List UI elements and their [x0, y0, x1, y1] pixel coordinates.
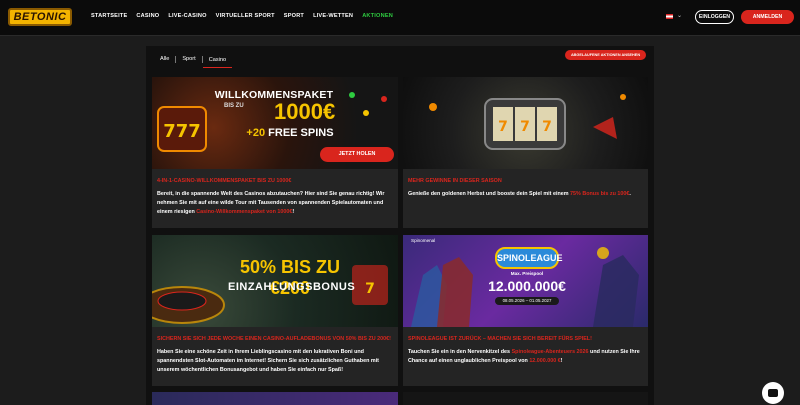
promo-description: Genieße den goldenen Herbst und booste d… — [408, 190, 642, 199]
desc-text: Haben Sie eine schöne Zeit in Ihrem Lieb… — [157, 349, 379, 373]
promotions-panel: Alle Sport Casino ABGELAUFENE AKTIONEN A… — [146, 46, 654, 405]
promo-card-spinoleague: Spinomenal SPINOLEAGUE Max. Preispool 12… — [403, 235, 648, 386]
promo-title[interactable]: 4-IN-1-CASINO-WILLKOMMENSPAKET BIS ZU 10… — [157, 178, 291, 184]
nav-item-sport[interactable]: SPORT — [284, 13, 304, 19]
slot-reels-icon: 7 7 7 — [429, 94, 626, 150]
promo-description: Haben Sie eine schöne Zeit in Ihrem Lieb… — [157, 348, 392, 375]
language-flag-icon[interactable] — [666, 14, 673, 19]
nav-item-live-casino[interactable]: LIVE-CASINO — [168, 13, 206, 19]
promo-title[interactable]: MEHR GEWINNE IN DIESER SAISON — [408, 178, 502, 184]
nav-item-casino[interactable]: CASINO — [136, 13, 159, 19]
claim-button[interactable]: JETZT HOLEN — [320, 147, 394, 162]
tab-alle[interactable]: Alle — [154, 56, 175, 62]
tab-casino[interactable]: Casino — [202, 57, 233, 68]
promo-title[interactable]: SPINOLEAGUE IST ZURÜCK – MACHEN SIE SICH… — [408, 336, 592, 342]
banner-sub: EINZAHLUNGSBONUS — [228, 281, 356, 293]
promo-title[interactable]: SICHERN SIE SICH JEDE WOCHE EINEN CASINO… — [157, 336, 391, 342]
banner-spins: +20 FREE SPINS — [230, 127, 350, 139]
banner-dates: 08.05.2026 – 01.05.2027 — [495, 297, 559, 305]
promo-card-next — [152, 392, 398, 405]
filter-tabs: Alle Sport Casino — [154, 52, 233, 68]
promo-banner-reload[interactable]: 7 50% BIS ZU €200 EINZAHLUNGSBONUS — [152, 235, 398, 327]
chat-icon — [768, 389, 778, 397]
promo-description: Bereit, in die spannende Welt des Casino… — [157, 190, 392, 217]
promo-banner-welcome[interactable]: 777 WILLKOMMENSPAKET BIS ZU 1000€ +20 FR… — [152, 77, 398, 169]
chevron-down-icon[interactable]: ⌄ — [677, 12, 682, 19]
spins-label: FREE SPINS — [268, 127, 334, 139]
top-bar: BETONIC STARTSEITE CASINO LIVE-CASINO VI… — [0, 0, 800, 36]
desc-text: Genieße den goldenen Herbst und booste d… — [408, 191, 571, 197]
banner-amount: 12.000.000€ — [488, 278, 566, 294]
svg-text:7: 7 — [365, 281, 375, 297]
promo-banner-spinoleague[interactable]: Spinomenal SPINOLEAGUE Max. Preispool 12… — [403, 235, 648, 327]
desc-highlight: 12.000.000 € — [529, 358, 561, 364]
nav-item-startseite[interactable]: STARTSEITE — [91, 13, 127, 19]
expired-promotions-button[interactable]: ABGELAUFENE AKTIONEN ANSEHEN — [565, 50, 646, 60]
tab-sport[interactable]: Sport — [176, 56, 201, 62]
promo-card-next — [403, 392, 648, 405]
nav-item-aktionen[interactable]: AKTIONEN — [362, 13, 393, 19]
svg-text:777: 777 — [163, 121, 201, 142]
register-button[interactable]: ANMELDEN — [741, 10, 794, 24]
svg-text:7: 7 — [520, 119, 530, 135]
desc-text: ! — [560, 358, 563, 364]
desc-highlight[interactable]: Casino-Willkommenspaket von 1000€ — [196, 209, 292, 215]
brand-logo[interactable]: BETONIC — [8, 8, 72, 26]
chat-button[interactable] — [762, 382, 784, 404]
promo-card-autumn: 7 7 7 MEHR GEWINNE IN DIESER SAISON Geni… — [403, 77, 648, 228]
promo-card-welcome: 777 WILLKOMMENSPAKET BIS ZU 1000€ +20 FR… — [152, 77, 398, 228]
promo-description: Tauchen Sie ein in den Nervenkitzel des … — [408, 348, 642, 366]
spins-count: +20 — [246, 127, 266, 139]
spinoleague-logo: SPINOLEAGUE — [495, 247, 563, 269]
provider-brand: Spinomenal — [411, 238, 436, 243]
banner-sub: Max. Preispool — [510, 271, 544, 276]
nav-item-virtueller-sport[interactable]: VIRTUELLER SPORT — [216, 13, 275, 19]
desc-text: ! — [292, 209, 295, 215]
promo-card-reload: 7 50% BIS ZU €200 EINZAHLUNGSBONUS SICHE… — [152, 235, 398, 386]
main-nav: STARTSEITE CASINO LIVE-CASINO VIRTUELLER… — [91, 13, 393, 19]
promo-banner-autumn[interactable]: 7 7 7 — [403, 77, 648, 169]
desc-highlight[interactable]: Spinoleague-Abenteuers 2026 — [512, 349, 589, 355]
login-button[interactable]: EINLOGGEN — [695, 10, 734, 24]
desc-text: . — [629, 191, 631, 197]
svg-text:7: 7 — [542, 119, 552, 135]
desc-text: Tauchen Sie ein in den Nervenkitzel des — [408, 349, 512, 355]
desc-highlight[interactable]: 75% Bonus bis zu 100€ — [570, 191, 629, 197]
banner-amount: 1000€ — [274, 99, 336, 124]
svg-text:7: 7 — [498, 119, 508, 135]
nav-item-live-wetten[interactable]: LIVE-WETTEN — [313, 13, 353, 19]
